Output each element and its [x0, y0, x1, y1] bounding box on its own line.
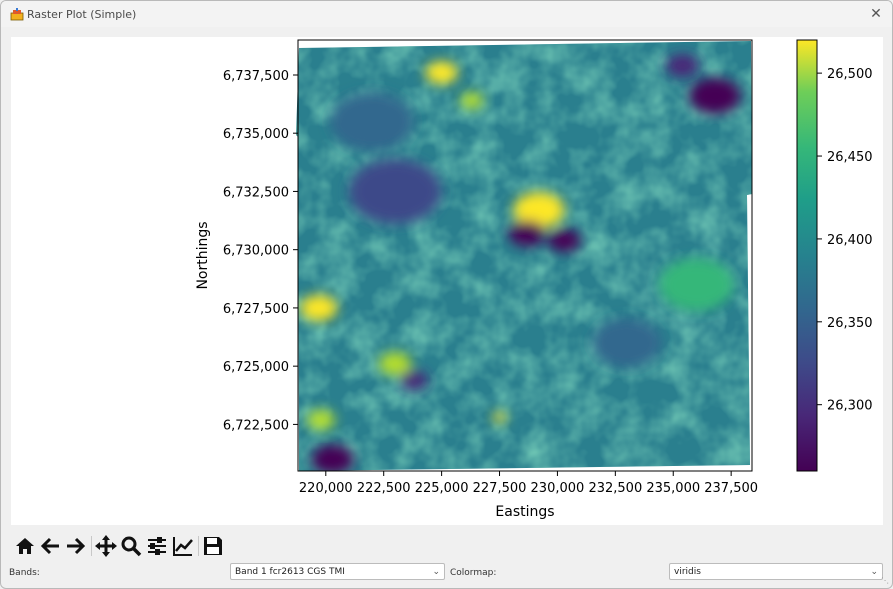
- close-button[interactable]: ✕: [864, 3, 888, 25]
- window-title: Raster Plot (Simple): [27, 8, 137, 21]
- chevron-down-icon: ⌄: [870, 567, 878, 577]
- x-tick-label: 225,000: [415, 481, 469, 496]
- anomaly-blob: [666, 54, 699, 78]
- close-icon: ✕: [870, 6, 882, 22]
- anomaly-blob: [460, 92, 484, 109]
- colorbar-tick-label: 26,350: [827, 316, 873, 331]
- anomaly-blob: [659, 258, 734, 311]
- colorbar: [796, 39, 818, 472]
- anomaly-blob: [311, 444, 354, 471]
- colorbar-tick-label: 26,400: [827, 233, 873, 248]
- configure-subplots-button[interactable]: [145, 534, 169, 558]
- x-tick-label: 237,500: [704, 481, 758, 496]
- y-tick-label: 6,737,500: [223, 69, 289, 84]
- y-tick-label: 6,730,000: [223, 244, 289, 259]
- resize-grip-icon[interactable]: ⋱: [881, 576, 889, 585]
- y-tick-label: 6,722,500: [223, 418, 289, 433]
- anomaly-blob: [300, 294, 338, 321]
- arrow-right-icon: [67, 537, 86, 555]
- navigation-toolbar: [11, 532, 271, 560]
- app-icon: [10, 8, 24, 21]
- raster-plot[interactable]: 220,000 222,500 225,000 227,500 230,000 232,5…: [11, 37, 883, 525]
- bands-select[interactable]: Band 1 fcr2613 CGS TMI ⌄: [230, 563, 445, 580]
- y-tick-label: 6,732,500: [223, 185, 289, 200]
- anomaly-blob: [508, 220, 546, 247]
- anomaly-blob: [689, 77, 741, 114]
- pan-button[interactable]: [94, 534, 118, 558]
- anomaly-blob: [379, 352, 412, 376]
- y-tick-label: 6,727,500: [223, 302, 289, 317]
- colormap-label: Colormap:: [450, 568, 497, 578]
- colorbar-tick-label: 26,500: [827, 67, 873, 82]
- anomaly-blob: [307, 409, 336, 430]
- colorbar-tick-label: 26,450: [827, 150, 873, 165]
- zoom-button[interactable]: [119, 534, 143, 558]
- x-axis-label: Eastings: [495, 504, 554, 520]
- arrow-left-icon: [40, 537, 59, 555]
- bands-label: Bands:: [9, 568, 40, 578]
- toolbar-separator: [198, 536, 199, 556]
- edit-axis-button[interactable]: [171, 534, 195, 558]
- floppy-disk-icon: [204, 537, 222, 555]
- title-bar: Raster Plot (Simple) ✕: [1, 1, 892, 27]
- sliders-icon: [148, 537, 166, 555]
- y-tick-label: 6,725,000: [223, 360, 289, 375]
- raster-image: [296, 41, 752, 471]
- plot-canvas[interactable]: 220,000 222,500 225,000 227,500 230,000 232,5…: [11, 37, 883, 525]
- colormap-select[interactable]: viridis ⌄: [669, 563, 883, 580]
- x-tick-label: 222,500: [357, 481, 411, 496]
- anomaly-blob: [592, 318, 662, 368]
- home-icon: [16, 538, 34, 554]
- anomaly-blob: [348, 158, 442, 225]
- y-axis-label: Northings: [195, 221, 211, 289]
- anomaly-blob: [330, 92, 414, 151]
- x-tick-label: 230,000: [531, 481, 585, 496]
- raster-plot-window: Raster Plot (Simple) ✕ 220,000 222,500 2…: [0, 0, 893, 589]
- toolbar-separator: [91, 536, 92, 556]
- y-tick-label: 6,735,000: [223, 127, 289, 142]
- colorbar-tick-label: 26,300: [827, 399, 873, 414]
- x-tick-label: 232,500: [588, 481, 642, 496]
- move-icon: [95, 535, 117, 557]
- magnifier-icon: [121, 536, 142, 557]
- save-button[interactable]: [201, 534, 225, 558]
- x-tick-label: 235,000: [646, 481, 700, 496]
- line-chart-icon: [173, 537, 193, 556]
- anomaly-blob: [548, 228, 581, 252]
- anomaly-blob: [425, 61, 458, 85]
- home-button[interactable]: [13, 534, 37, 558]
- chevron-down-icon: ⌄: [432, 567, 440, 577]
- back-button[interactable]: [39, 534, 63, 558]
- anomaly-blob: [492, 412, 507, 423]
- x-tick-label: 220,000: [299, 481, 353, 496]
- forward-button[interactable]: [63, 534, 87, 558]
- x-tick-label: 227,500: [473, 481, 527, 496]
- colormap-select-value: viridis: [674, 567, 701, 577]
- bands-select-value: Band 1 fcr2613 CGS TMI: [235, 567, 345, 577]
